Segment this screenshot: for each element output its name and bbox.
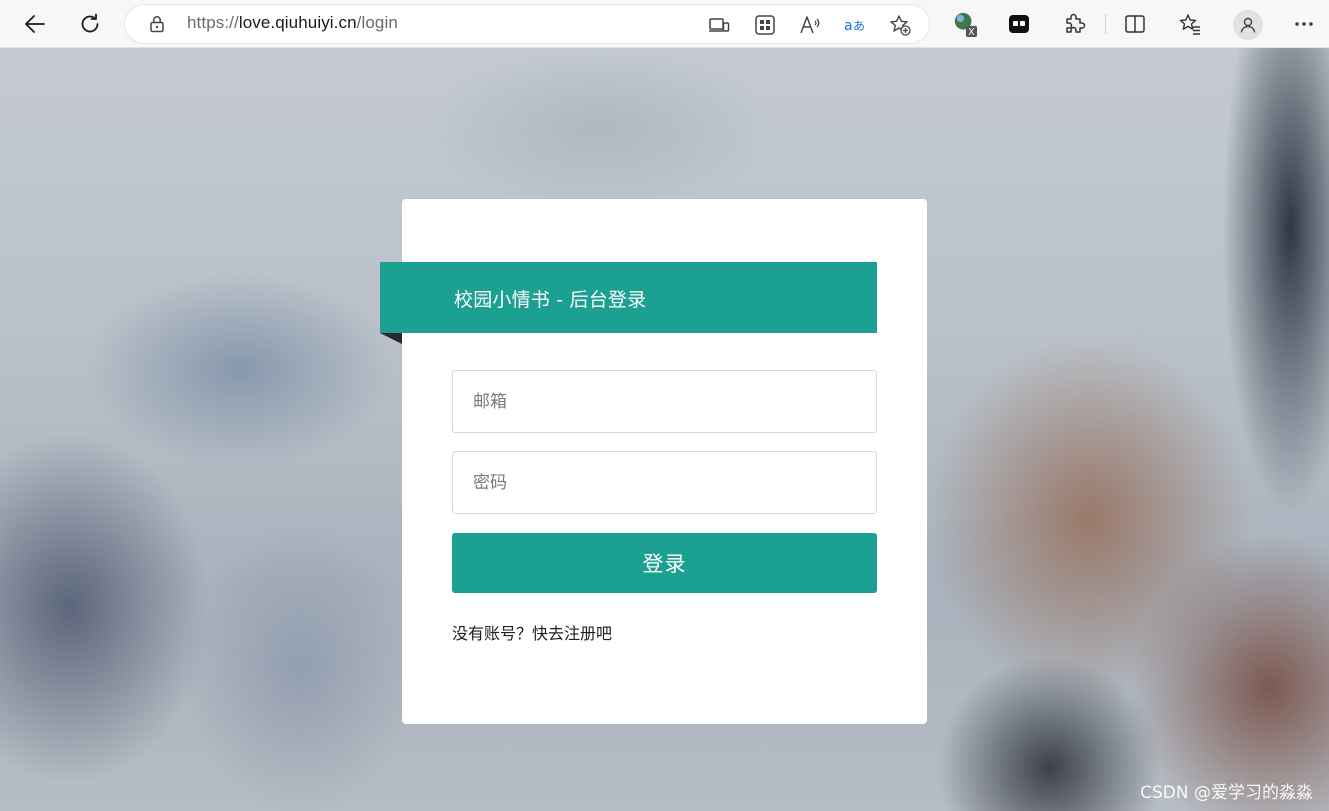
tab-extension-icon — [1009, 15, 1029, 33]
reload-icon — [81, 13, 99, 33]
password-field[interactable] — [452, 451, 877, 514]
url-scheme: https:// — [187, 13, 239, 32]
back-button[interactable] — [19, 8, 51, 40]
login-title: 校园小情书 - 后台登录 — [454, 289, 647, 311]
qr-code-icon — [755, 15, 775, 35]
add-favorite-button[interactable] — [889, 14, 911, 36]
reload-button[interactable] — [74, 8, 106, 40]
favorites-icon — [1179, 14, 1200, 35]
extension-x-button[interactable]: X — [952, 11, 978, 38]
translate-icon: a あ — [844, 18, 865, 34]
translate-button[interactable]: a あ — [844, 14, 866, 36]
profile-icon — [1240, 17, 1256, 33]
tab-extension-button[interactable] — [1006, 11, 1032, 37]
split-screen-icon — [1125, 15, 1145, 33]
url-host: love.qiuhuiyi.cn — [238, 13, 357, 32]
add-favorite-icon — [890, 15, 911, 36]
more-icon — [1295, 22, 1313, 26]
login-banner: 校园小情书 - 后台登录 — [380, 262, 877, 333]
read-aloud-button[interactable] — [799, 14, 821, 36]
extension-x-icon: X — [954, 12, 978, 38]
email-field[interactable] — [452, 370, 877, 433]
browser-toolbar: https://love.qiuhuiyi.cn/login a あ X — [0, 0, 1329, 48]
more-button[interactable] — [1291, 11, 1317, 37]
watermark: CSDN @爱学习的淼淼 — [1140, 783, 1313, 803]
banner-fold — [380, 333, 402, 344]
puzzle-icon — [1066, 13, 1086, 33]
url-path: /login — [356, 13, 398, 32]
favorites-button[interactable] — [1177, 11, 1203, 37]
extension-x-badge: X — [968, 27, 975, 38]
app-available-icon — [709, 18, 730, 32]
split-screen-button[interactable] — [1122, 11, 1148, 37]
app-available-button[interactable] — [708, 14, 730, 36]
register-link[interactable]: 没有账号？快去注册吧 — [452, 620, 612, 644]
toolbar-divider — [1105, 14, 1106, 34]
svg-text:a: a — [844, 18, 853, 34]
qr-code-button[interactable] — [754, 14, 776, 36]
profile-button[interactable] — [1233, 10, 1263, 40]
login-button[interactable]: 登录 — [452, 533, 877, 593]
back-arrow-icon — [25, 15, 45, 33]
svg-text:あ: あ — [853, 19, 865, 33]
extensions-button[interactable] — [1061, 11, 1087, 37]
url-text[interactable]: https://love.qiuhuiyi.cn/login — [187, 13, 398, 33]
read-aloud-icon — [800, 16, 820, 34]
address-bar[interactable]: https://love.qiuhuiyi.cn/login a あ — [125, 5, 929, 43]
lock-icon[interactable] — [147, 14, 167, 34]
